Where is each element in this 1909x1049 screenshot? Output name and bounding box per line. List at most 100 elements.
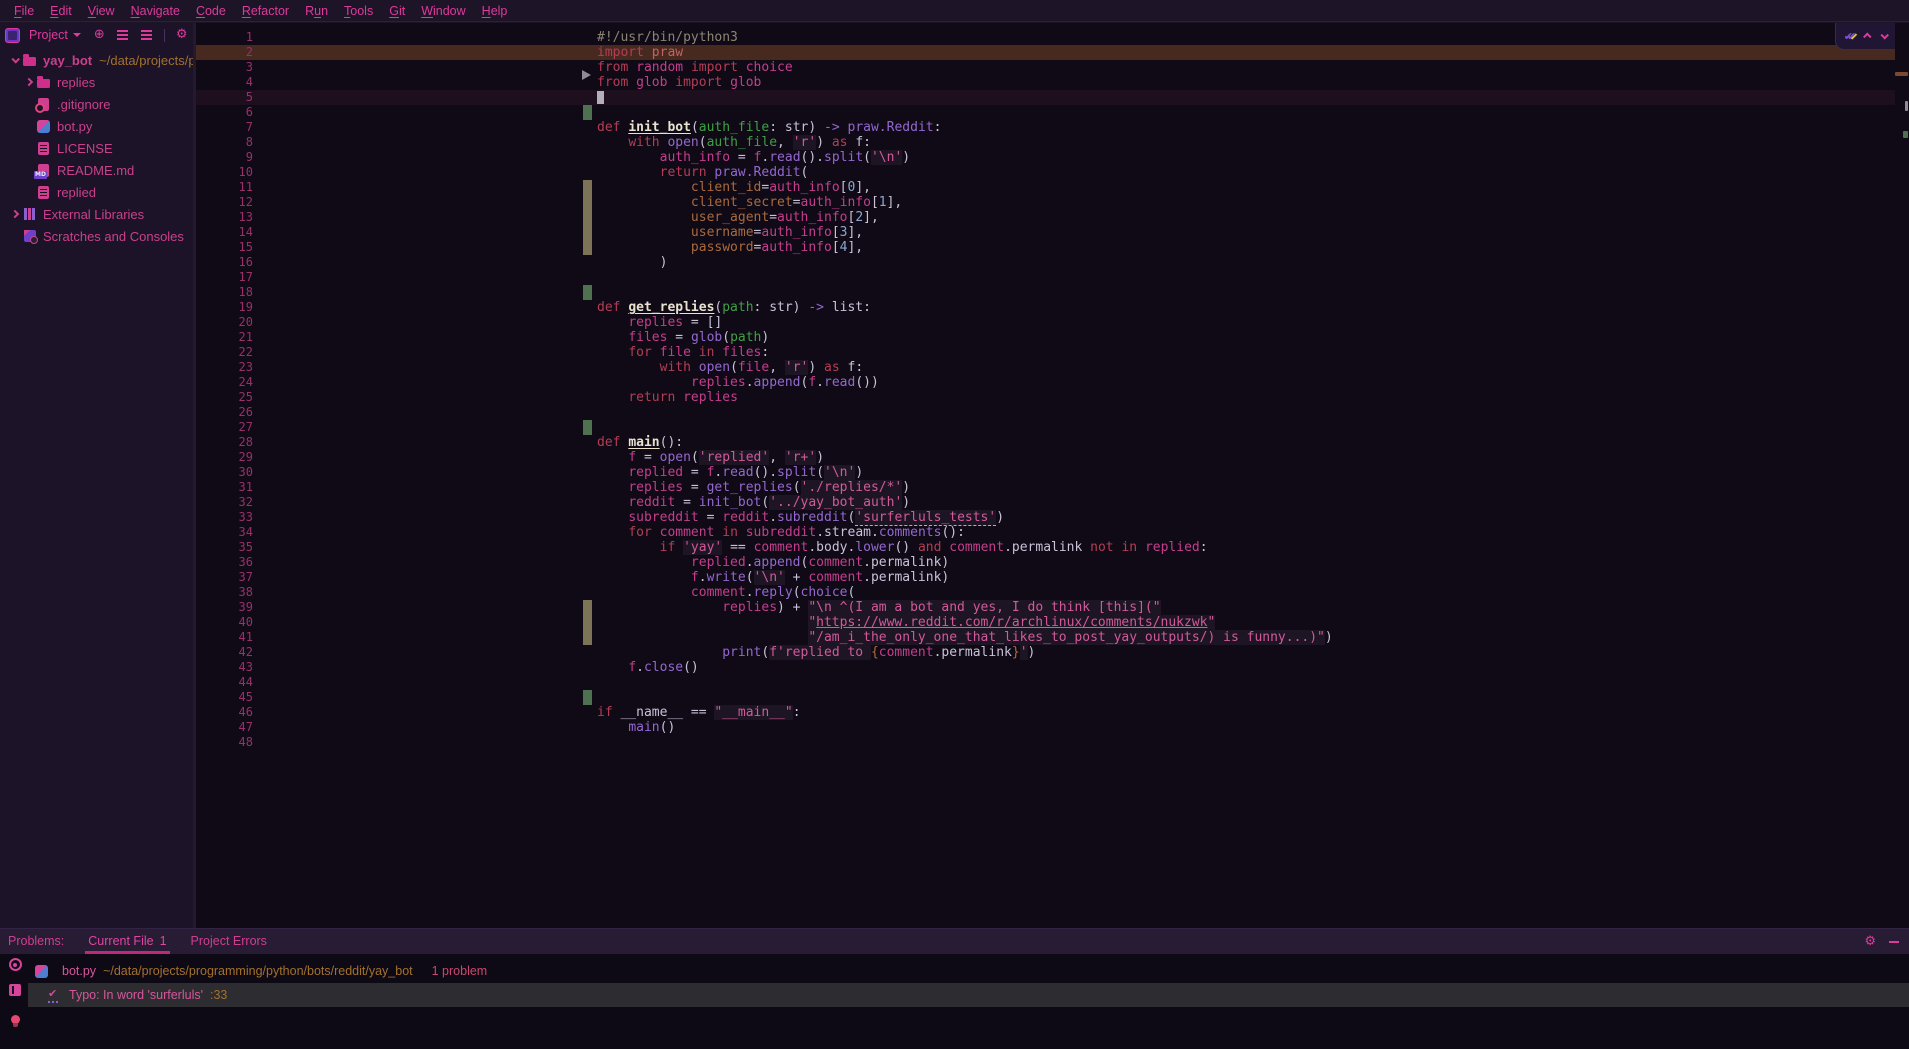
tab-current-file[interactable]: Current File1 (88, 929, 166, 954)
menu-run[interactable]: Run (297, 0, 336, 22)
code-line[interactable]: 20 replies = [] (196, 315, 1895, 330)
code-line[interactable]: 47 main() (196, 720, 1895, 735)
code-line[interactable]: 10 return praw.Reddit( (196, 165, 1895, 180)
code-line[interactable]: 36 replied.append(comment.permalink) (196, 555, 1895, 570)
tree-item-yay-bot[interactable]: yay_bot~/data/projects/progr (0, 49, 193, 71)
code-line[interactable]: 41 "/am_i_the_only_one_that_likes_to_pos… (196, 630, 1895, 645)
vcs-change-marker[interactable] (583, 105, 592, 120)
vcs-change-marker[interactable] (583, 690, 592, 705)
settings-gear-icon[interactable]: ⚙ (176, 28, 188, 42)
vcs-change-marker[interactable] (583, 240, 592, 255)
code-line[interactable]: 29 f = open('replied', 'r+') (196, 450, 1895, 465)
code-line[interactable]: 21 files = glob(path) (196, 330, 1895, 345)
tree-item-replied[interactable]: replied (0, 181, 193, 203)
code-line[interactable]: 46if __name__ == "__main__": (196, 705, 1895, 720)
added-lines-mark[interactable] (1903, 131, 1908, 138)
tree-item-license[interactable]: LICENSE (0, 137, 193, 159)
tree-item-bot-py[interactable]: bot.py (0, 115, 193, 137)
code-line[interactable]: 27 (196, 420, 1895, 435)
vcs-change-marker[interactable] (583, 630, 592, 645)
code-line[interactable]: 15 password=auth_info[4], (196, 240, 1895, 255)
code-line[interactable]: 40 "https://www.reddit.com/r/archlinux/c… (196, 615, 1895, 630)
vcs-change-marker[interactable] (583, 225, 592, 240)
code-line[interactable]: 34 for comment in subreddit.stream.comme… (196, 525, 1895, 540)
vcs-change-marker[interactable] (583, 420, 592, 435)
code-line[interactable]: 48 (196, 735, 1895, 750)
vcs-change-marker[interactable] (583, 285, 592, 300)
expand-all-icon[interactable] (117, 34, 128, 36)
code-line[interactable]: 18 (196, 285, 1895, 300)
code-line[interactable]: 39 replies) + "\n ^(I am a bot and yes, … (196, 600, 1895, 615)
code-line[interactable]: 28def main(): (196, 435, 1895, 450)
code-line[interactable]: 33 subreddit = reddit.subreddit('surferl… (196, 510, 1895, 525)
code-line[interactable]: 4from glob import glob (196, 75, 1895, 90)
problem-file-row[interactable]: bot.py ~/data/projects/programming/pytho… (28, 959, 1909, 983)
code-line[interactable]: 37 f.write('\n' + comment.permalink) (196, 570, 1895, 585)
run-gutter-icon[interactable] (582, 70, 591, 80)
code-line[interactable]: 38 comment.reply(choice( (196, 585, 1895, 600)
menu-view[interactable]: View (80, 0, 123, 22)
menu-edit[interactable]: Edit (42, 0, 80, 22)
next-problem-icon[interactable] (1881, 31, 1889, 39)
code-line[interactable]: 42 print(f'replied to {comment.permalink… (196, 645, 1895, 660)
code-line[interactable]: 30 replied = f.read().split('\n') (196, 465, 1895, 480)
code-line[interactable]: 26 (196, 405, 1895, 420)
menu-file[interactable]: File (6, 0, 42, 22)
vcs-change-marker[interactable] (583, 615, 592, 630)
tab-problems[interactable]: Problems: (8, 929, 64, 954)
code-line[interactable]: 11 client_id=auth_info[0], (196, 180, 1895, 195)
vcs-change-marker[interactable] (583, 180, 592, 195)
collapse-all-icon[interactable] (141, 34, 152, 36)
code-line[interactable]: 13 user_agent=auth_info[2], (196, 210, 1895, 225)
code-line[interactable]: 25 return replies (196, 390, 1895, 405)
code-line[interactable]: 5 (196, 90, 1895, 105)
menu-tools[interactable]: Tools (336, 0, 381, 22)
tree-item-external-libraries[interactable]: External Libraries (0, 203, 193, 225)
chevron-down-icon[interactable] (11, 55, 19, 63)
view-options-icon[interactable] (9, 958, 22, 971)
vcs-change-marker[interactable] (583, 195, 592, 210)
menu-window[interactable]: Window (413, 0, 473, 22)
menu-help[interactable]: Help (474, 0, 516, 22)
tree-item-scratches-and-consoles[interactable]: Scratches and Consoles (0, 225, 193, 247)
chevron-right-icon[interactable] (25, 78, 33, 86)
code-editor[interactable]: 1#!/usr/bin/python32import praw3from ran… (196, 23, 1909, 928)
code-line[interactable]: 3from random import choice (196, 60, 1895, 75)
code-line[interactable]: 24 replies.append(f.read()) (196, 375, 1895, 390)
gear-icon[interactable]: ⚙ (1864, 935, 1876, 949)
code-line[interactable]: 7def init_bot(auth_file: str) -> praw.Re… (196, 120, 1895, 135)
code-line[interactable]: 17 (196, 270, 1895, 285)
code-line[interactable]: 19def get_replies(path: str) -> list: (196, 300, 1895, 315)
code-line[interactable]: 31 replies = get_replies('./replies/*') (196, 480, 1895, 495)
code-line[interactable]: 2import praw (196, 45, 1895, 60)
code-line[interactable]: 8 with open(auth_file, 'r') as f: (196, 135, 1895, 150)
code-line[interactable]: 9 auth_info = f.read().split('\n') (196, 150, 1895, 165)
tree-item-replies[interactable]: replies (0, 71, 193, 93)
code-line[interactable]: 43 f.close() (196, 660, 1895, 675)
locate-icon[interactable]: ⊕ (94, 28, 105, 42)
suppress-icon[interactable] (9, 984, 21, 996)
menu-navigate[interactable]: Navigate (123, 0, 188, 22)
code-line[interactable]: 16 ) (196, 255, 1895, 270)
code-line[interactable]: 23 with open(file, 'r') as f: (196, 360, 1895, 375)
code-line[interactable]: 14 username=auth_info[3], (196, 225, 1895, 240)
tab-project-errors[interactable]: Project Errors (191, 929, 267, 954)
code-line[interactable]: 1#!/usr/bin/python3 (196, 30, 1895, 45)
intention-bulb-icon[interactable] (11, 1015, 20, 1024)
vcs-change-marker[interactable] (583, 600, 592, 615)
changed-line-mark[interactable] (1895, 72, 1908, 76)
project-panel-title-group[interactable]: Project (29, 28, 81, 42)
menu-code[interactable]: Code (188, 0, 234, 22)
code-line[interactable]: 12 client_secret=auth_info[1], (196, 195, 1895, 210)
problem-item-row[interactable]: Typo: In word 'surferluls' :33 (28, 983, 1909, 1007)
tree-item-readme-md[interactable]: README.md (0, 159, 193, 181)
code-line[interactable]: 44 (196, 675, 1895, 690)
tree-item--gitignore[interactable]: .gitignore (0, 93, 193, 115)
code-line[interactable]: 6 (196, 105, 1895, 120)
chevron-right-icon[interactable] (11, 210, 19, 218)
menu-git[interactable]: Git (381, 0, 413, 22)
menu-refactor[interactable]: Refactor (234, 0, 297, 22)
vcs-change-marker[interactable] (583, 210, 592, 225)
code-line[interactable]: 35 if 'yay' == comment.body.lower() and … (196, 540, 1895, 555)
code-line[interactable]: 45 (196, 690, 1895, 705)
